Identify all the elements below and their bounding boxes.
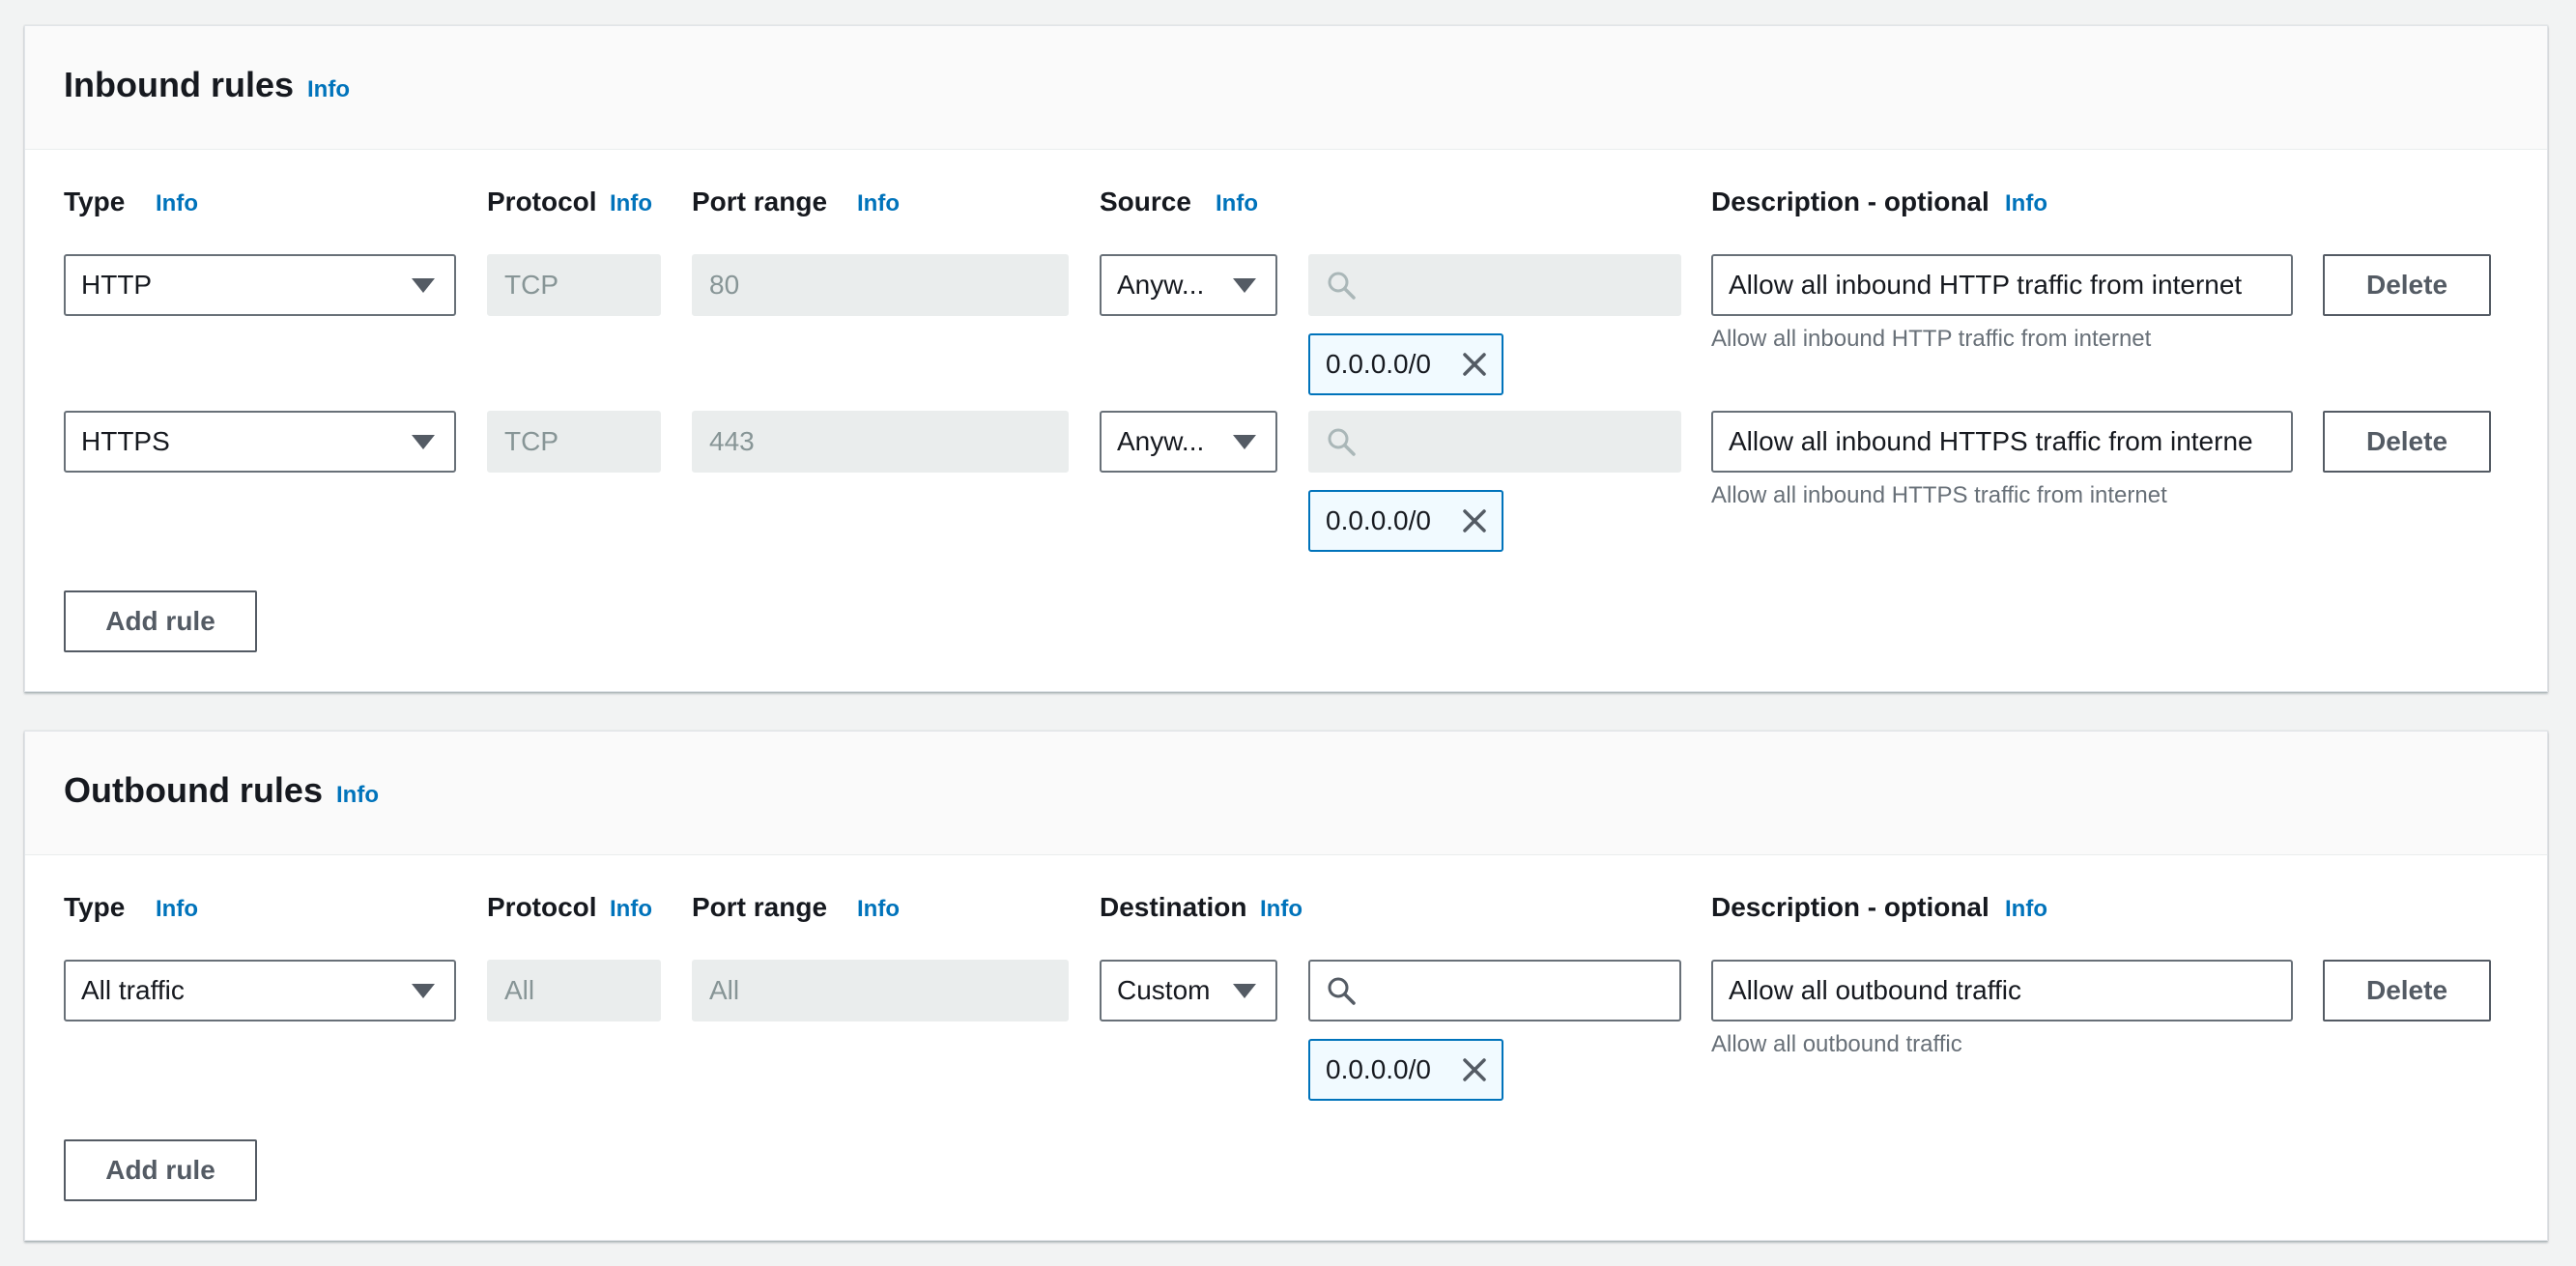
protocol-value: TCP bbox=[504, 270, 558, 300]
protocol-value: All bbox=[504, 975, 535, 1005]
description-value: Allow all inbound HTTP traffic from inte… bbox=[1729, 270, 2243, 300]
outbound-rules-panel: Outbound rules Info Type Info Protocol I… bbox=[24, 731, 2548, 1241]
protocol-field: All bbox=[487, 960, 661, 1021]
cidr-token: 0.0.0.0/0 bbox=[1308, 490, 1503, 552]
destination-select[interactable]: Custom bbox=[1100, 960, 1277, 1021]
type-select-all-traffic[interactable]: All traffic bbox=[64, 960, 456, 1021]
port-range-value: All bbox=[709, 975, 740, 1005]
type-column-label: Type bbox=[64, 187, 126, 216]
source-select[interactable]: Anyw... bbox=[1100, 411, 1277, 473]
search-icon bbox=[1328, 428, 1356, 456]
outbound-rules-info-link[interactable]: Info bbox=[336, 782, 379, 809]
description-column-label: Description - optional bbox=[1711, 187, 1989, 216]
inbound-rules-title: Inbound rules bbox=[64, 65, 294, 104]
close-icon[interactable] bbox=[1461, 1056, 1488, 1083]
outbound-rules-title: Outbound rules bbox=[64, 770, 323, 810]
type-select-http[interactable]: HTTP bbox=[64, 254, 456, 316]
port-range-value: 80 bbox=[709, 270, 740, 300]
caret-down-icon bbox=[412, 435, 435, 449]
protocol-value: TCP bbox=[504, 426, 558, 456]
search-icon bbox=[1328, 977, 1356, 1005]
source-select-value: Anyw... bbox=[1117, 270, 1205, 300]
source-select[interactable]: Anyw... bbox=[1100, 254, 1277, 316]
description-hint: Allow all inbound HTTP traffic from inte… bbox=[1711, 326, 2152, 352]
protocol-field: TCP bbox=[487, 254, 661, 316]
destination-info-link[interactable]: Info bbox=[1260, 896, 1302, 923]
source-search-input[interactable] bbox=[1308, 254, 1681, 316]
type-select-value: HTTPS bbox=[81, 426, 170, 456]
description-input[interactable]: Allow all inbound HTTPS traffic from int… bbox=[1711, 411, 2293, 473]
cidr-token-label: 0.0.0.0/0 bbox=[1326, 1054, 1431, 1084]
description-input[interactable]: Allow all inbound HTTP traffic from inte… bbox=[1711, 254, 2293, 316]
description-hint: Allow all outbound traffic bbox=[1711, 1031, 1962, 1057]
source-select-value: Anyw... bbox=[1117, 426, 1205, 456]
protocol-column-label: Protocol bbox=[487, 892, 597, 922]
add-rule-button[interactable]: Add rule bbox=[64, 590, 257, 652]
cidr-token: 0.0.0.0/0 bbox=[1308, 1039, 1503, 1101]
source-column-label: Source bbox=[1100, 187, 1191, 216]
type-select-value: All traffic bbox=[81, 975, 185, 1005]
source-info-link[interactable]: Info bbox=[1216, 190, 1258, 217]
source-search-input[interactable] bbox=[1308, 411, 1681, 473]
delete-rule-button[interactable]: Delete bbox=[2323, 254, 2491, 316]
inbound-rules-panel: Inbound rules Info Type Info Protocol In… bbox=[24, 25, 2548, 692]
description-column-label: Description - optional bbox=[1711, 892, 1989, 922]
port-range-field: All bbox=[692, 960, 1069, 1021]
protocol-info-link[interactable]: Info bbox=[610, 190, 652, 217]
search-icon bbox=[1328, 272, 1356, 300]
protocol-info-link[interactable]: Info bbox=[610, 896, 652, 923]
destination-search-input[interactable] bbox=[1308, 960, 1681, 1021]
caret-down-icon bbox=[412, 278, 435, 293]
description-input[interactable]: Allow all outbound traffic bbox=[1711, 960, 2293, 1021]
add-rule-button[interactable]: Add rule bbox=[64, 1139, 257, 1201]
caret-down-icon bbox=[1233, 984, 1256, 998]
protocol-column-label: Protocol bbox=[487, 187, 597, 216]
caret-down-icon bbox=[412, 984, 435, 998]
description-value: Allow all outbound traffic bbox=[1729, 975, 2021, 1005]
port-range-info-link[interactable]: Info bbox=[857, 190, 900, 217]
inbound-rules-header: Inbound rules Info bbox=[25, 26, 2547, 150]
cidr-token-label: 0.0.0.0/0 bbox=[1326, 505, 1431, 535]
type-info-link[interactable]: Info bbox=[156, 190, 198, 217]
port-range-column-label: Port range bbox=[692, 187, 828, 216]
type-select-https[interactable]: HTTPS bbox=[64, 411, 456, 473]
type-column-label: Type bbox=[64, 892, 126, 922]
caret-down-icon bbox=[1233, 435, 1256, 449]
description-hint: Allow all inbound HTTPS traffic from int… bbox=[1711, 482, 2167, 508]
caret-down-icon bbox=[1233, 278, 1256, 293]
type-info-link[interactable]: Info bbox=[156, 896, 198, 923]
description-info-link[interactable]: Info bbox=[2005, 190, 2047, 217]
port-range-field: 80 bbox=[692, 254, 1069, 316]
outbound-rules-header: Outbound rules Info bbox=[25, 732, 2547, 855]
cidr-token-label: 0.0.0.0/0 bbox=[1326, 349, 1431, 379]
close-icon[interactable] bbox=[1461, 351, 1488, 378]
destination-select-value: Custom bbox=[1117, 975, 1211, 1005]
description-value: Allow all inbound HTTPS traffic from int… bbox=[1729, 426, 2253, 456]
protocol-field: TCP bbox=[487, 411, 661, 473]
delete-rule-button[interactable]: Delete bbox=[2323, 960, 2491, 1021]
port-range-value: 443 bbox=[709, 426, 755, 456]
delete-rule-button[interactable]: Delete bbox=[2323, 411, 2491, 473]
cidr-token: 0.0.0.0/0 bbox=[1308, 333, 1503, 395]
port-range-column-label: Port range bbox=[692, 892, 828, 922]
port-range-info-link[interactable]: Info bbox=[857, 896, 900, 923]
close-icon[interactable] bbox=[1461, 507, 1488, 534]
description-info-link[interactable]: Info bbox=[2005, 896, 2047, 923]
port-range-field: 443 bbox=[692, 411, 1069, 473]
type-select-value: HTTP bbox=[81, 270, 153, 300]
destination-column-label: Destination bbox=[1100, 892, 1247, 922]
inbound-rules-info-link[interactable]: Info bbox=[307, 76, 350, 103]
